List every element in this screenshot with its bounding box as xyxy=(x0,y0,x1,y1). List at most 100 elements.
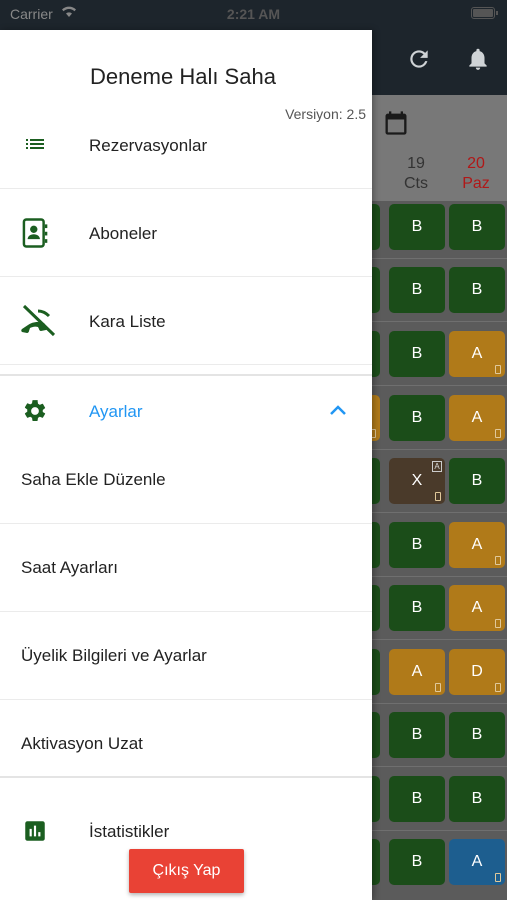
calendar-icon[interactable] xyxy=(382,109,410,142)
row-divider xyxy=(372,639,507,640)
cell-label: X xyxy=(411,472,423,489)
menu-label: Ayarlar xyxy=(89,402,143,421)
cell-label: A xyxy=(471,409,483,426)
cell-label: A xyxy=(471,853,483,870)
schedule-cell[interactable]: B xyxy=(449,204,505,250)
day-number: 19 xyxy=(407,155,425,172)
schedule-row: B A xyxy=(324,522,507,572)
background-toolbar xyxy=(372,95,507,153)
bell-icon[interactable] xyxy=(465,46,491,77)
row-divider xyxy=(372,766,507,767)
row-divider xyxy=(372,703,507,704)
schedule-cell[interactable]: B xyxy=(449,267,505,313)
schedule-cell[interactable]: B xyxy=(389,204,445,250)
battery-icon xyxy=(471,7,498,19)
day-column-20: 20 Paz xyxy=(448,154,504,194)
row-divider xyxy=(372,512,507,513)
schedule-cell[interactable]: A xyxy=(449,585,505,631)
version-label: Versiyon: 2.5 xyxy=(285,106,366,122)
row-divider xyxy=(372,449,507,450)
menu-label: Saat Ayarları xyxy=(21,558,119,577)
schedule-cell[interactable]: A xyxy=(449,522,505,568)
schedule-row: B A xyxy=(324,395,507,445)
section-divider xyxy=(0,776,372,778)
schedule-cell[interactable]: B xyxy=(389,776,445,822)
menu-label: Aktivasyon Uzat xyxy=(21,734,143,753)
logout-button[interactable]: Çıkış Yap xyxy=(129,849,244,893)
schedule-cell[interactable]: B xyxy=(449,458,505,504)
schedule-cell[interactable]: B xyxy=(389,395,445,441)
menu-item-subscribers[interactable]: Aboneler xyxy=(0,189,372,277)
phone-icon xyxy=(435,683,441,692)
submenu-item-hour-settings[interactable]: Saat Ayarları xyxy=(0,524,372,612)
navigation-drawer: Deneme Halı Saha Versiyon: 2.5 Rezervasy… xyxy=(0,30,372,900)
day-name: Cts xyxy=(404,175,428,192)
submenu-item-activation[interactable]: Aktivasyon Uzat xyxy=(0,700,372,776)
row-divider xyxy=(372,576,507,577)
menu-label: Saha Ekle Düzenle xyxy=(21,470,166,489)
phone-icon xyxy=(495,683,501,692)
cell-label: A xyxy=(471,536,483,553)
schedule-cell[interactable]: A xyxy=(389,649,445,695)
menu-label: Aboneler xyxy=(89,224,158,243)
gear-icon xyxy=(22,398,48,429)
drawer-header: Deneme Halı Saha Versiyon: 2.5 xyxy=(0,30,372,128)
schedule-cell[interactable]: A xyxy=(449,395,505,441)
status-bar: Carrier 2:21 AM xyxy=(0,0,507,30)
phone-icon xyxy=(495,873,501,882)
cell-label: A xyxy=(411,663,423,680)
schedule-cell[interactable]: B xyxy=(449,776,505,822)
phone-icon xyxy=(495,429,501,438)
menu-label: Kara Liste xyxy=(89,312,166,331)
schedule-row: B B xyxy=(324,267,507,317)
schedule-row: B B xyxy=(324,776,507,826)
submenu-item-membership[interactable]: Üyelik Bilgileri ve Ayarlar xyxy=(0,612,372,700)
schedule-cell[interactable]: B xyxy=(449,712,505,758)
list-icon xyxy=(22,132,48,161)
phone-icon xyxy=(495,619,501,628)
schedule-cell[interactable]: XA xyxy=(389,458,445,504)
schedule-row: B B xyxy=(324,712,507,762)
schedule-cell[interactable]: B xyxy=(389,712,445,758)
cell-label: A xyxy=(471,345,483,362)
schedule-row: B B xyxy=(324,204,507,254)
schedule-cell[interactable]: D xyxy=(449,649,505,695)
row-divider xyxy=(372,385,507,386)
refresh-icon[interactable] xyxy=(406,46,432,77)
row-divider xyxy=(372,321,507,322)
schedule-row: B A xyxy=(324,331,507,381)
menu-item-reservations[interactable]: Rezervasyonlar xyxy=(0,128,372,189)
submenu-item-add-field[interactable]: Saha Ekle Düzenle xyxy=(0,444,372,524)
menu-item-settings[interactable]: Ayarlar xyxy=(0,376,372,444)
clock: 2:21 AM xyxy=(226,6,281,22)
schedule-cell[interactable]: B xyxy=(389,839,445,885)
contacts-book-icon xyxy=(20,217,50,254)
phone-icon xyxy=(435,492,441,501)
menu-label: Rezervasyonlar xyxy=(89,136,208,155)
row-divider xyxy=(372,830,507,831)
day-number: 20 xyxy=(467,155,485,172)
cell-label: D xyxy=(471,663,483,680)
subscriber-badge: A xyxy=(432,461,442,472)
phone-icon xyxy=(495,556,501,565)
row-divider xyxy=(372,258,507,259)
schedule-cell[interactable]: A xyxy=(449,839,505,885)
schedule-cell[interactable]: B xyxy=(389,331,445,377)
schedule-row: B A xyxy=(324,839,507,889)
day-column-19: 19 Cts xyxy=(388,154,444,194)
schedule-row: A D xyxy=(324,649,507,699)
phone-icon xyxy=(495,365,501,374)
schedule-cell[interactable]: B xyxy=(389,267,445,313)
day-name: Paz xyxy=(462,175,490,192)
schedule-cell[interactable]: A xyxy=(449,331,505,377)
phone-disabled-icon xyxy=(20,303,58,342)
cell-label: A xyxy=(471,599,483,616)
chevron-up-icon[interactable] xyxy=(328,402,348,423)
schedule-cell[interactable]: B xyxy=(389,522,445,568)
bar-chart-icon xyxy=(22,818,48,849)
schedule-row: B A xyxy=(324,585,507,635)
menu-label: İstatistikler xyxy=(89,822,170,841)
menu-item-blacklist[interactable]: Kara Liste xyxy=(0,277,372,365)
schedule-row: XA B xyxy=(324,458,507,508)
schedule-cell[interactable]: B xyxy=(389,585,445,631)
